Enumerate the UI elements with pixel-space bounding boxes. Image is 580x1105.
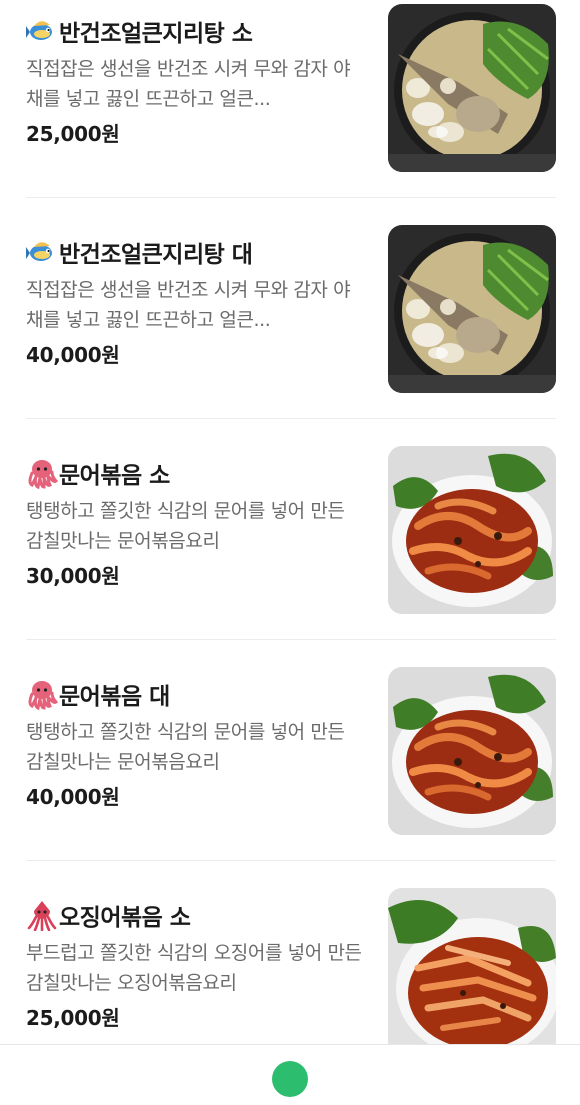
menu-item-description: 탱탱하고 쫄깃한 식감의 문어를 넣어 만든 감칠맛나는 문어볶음요리 <box>26 500 345 552</box>
menu-item-info: 문어볶음 소 탱탱하고 쫄깃한 식감의 문어를 넣어 만든 감칠맛나는 문어볶음… <box>26 456 366 589</box>
menu-item-name-row: 문어볶음 소 <box>26 456 366 490</box>
menu-item-name-row: 오징어볶음 소 <box>26 898 366 932</box>
octopus-icon <box>28 681 58 710</box>
menu-item-name: 반건조얼큰지리탕 대 <box>59 242 253 268</box>
menu-item-name: 문어볶음 대 <box>59 684 170 710</box>
menu-item-price: 25,000원 <box>26 122 120 146</box>
menu-item-price: 40,000원 <box>26 343 120 367</box>
octopus-icon <box>28 460 58 489</box>
fish-icon <box>26 21 52 40</box>
menu-item-name: 반건조얼큰지리탕 소 <box>59 21 253 47</box>
menu-item-info: 문어볶음 대 탱탱하고 쫄깃한 식감의 문어를 넣어 만든 감칠맛나는 문어볶음… <box>26 677 366 810</box>
menu-item-name-row: 반건조얼큰지리탕 대 <box>26 235 366 269</box>
squid-icon <box>27 901 57 931</box>
divider <box>26 860 556 861</box>
menu-item-name-row: 문어볶음 대 <box>26 677 366 711</box>
menu-item-info: 오징어볶음 소 부드럽고 쫄깃한 식감의 오징어를 넣어 만든 감칠맛나는 오징… <box>26 898 366 1031</box>
floating-action-button[interactable] <box>272 1061 308 1097</box>
menu-item-price: 30,000원 <box>26 564 120 588</box>
menu-item-price: 40,000원 <box>26 785 120 809</box>
divider <box>26 639 556 640</box>
menu-item-description: 부드럽고 쫄깃한 식감의 오징어를 넣어 만든 감칠맛나는 오징어볶음요리 <box>26 942 362 994</box>
menu-item-info: 반건조얼큰지리탕 대 직접잡은 생선을 반건조 시켜 무와 감자 야채를 넣고 … <box>26 235 366 368</box>
fish-icon <box>26 242 52 261</box>
menu-item[interactable]: 반건조얼큰지리탕 대 직접잡은 생선을 반건조 시켜 무와 감자 야채를 넣고 … <box>0 221 580 442</box>
fish-stew-photo[interactable] <box>388 225 556 393</box>
menu-item[interactable]: 반건조얼큰지리탕 소 직접잡은 생선을 반건조 시켜 무와 감자 야채를 넣고 … <box>0 0 580 221</box>
fish-stew-photo[interactable] <box>388 4 556 172</box>
bottom-bar <box>0 1044 580 1097</box>
menu-item-description: 직접잡은 생선을 반건조 시켜 무와 감자 야채를 넣고 끓인 뜨끈하고 얼큰.… <box>26 279 351 331</box>
divider <box>26 418 556 419</box>
menu-item-description: 탱탱하고 쫄깃한 식감의 문어를 넣어 만든 감칠맛나는 문어볶음요리 <box>26 721 345 773</box>
menu-item-description: 직접잡은 생선을 반건조 시켜 무와 감자 야채를 넣고 끓인 뜨끈하고 얼큰.… <box>26 58 351 110</box>
menu-item[interactable]: 문어볶음 대 탱탱하고 쫄깃한 식감의 문어를 넣어 만든 감칠맛나는 문어볶음… <box>0 663 580 884</box>
stir-fried-squid-photo[interactable] <box>388 888 556 1056</box>
menu-item-price: 25,000원 <box>26 1006 120 1030</box>
menu-item-name-row: 반건조얼큰지리탕 소 <box>26 14 366 48</box>
menu-item-name: 문어볶음 소 <box>59 463 170 489</box>
menu-item[interactable]: 문어볶음 소 탱탱하고 쫄깃한 식감의 문어를 넣어 만든 감칠맛나는 문어볶음… <box>0 442 580 663</box>
menu-item-name: 오징어볶음 소 <box>59 905 191 931</box>
divider <box>26 197 556 198</box>
stir-fried-octopus-photo[interactable] <box>388 667 556 835</box>
menu-item-info: 반건조얼큰지리탕 소 직접잡은 생선을 반건조 시켜 무와 감자 야채를 넣고 … <box>26 14 366 147</box>
stir-fried-octopus-photo[interactable] <box>388 446 556 614</box>
